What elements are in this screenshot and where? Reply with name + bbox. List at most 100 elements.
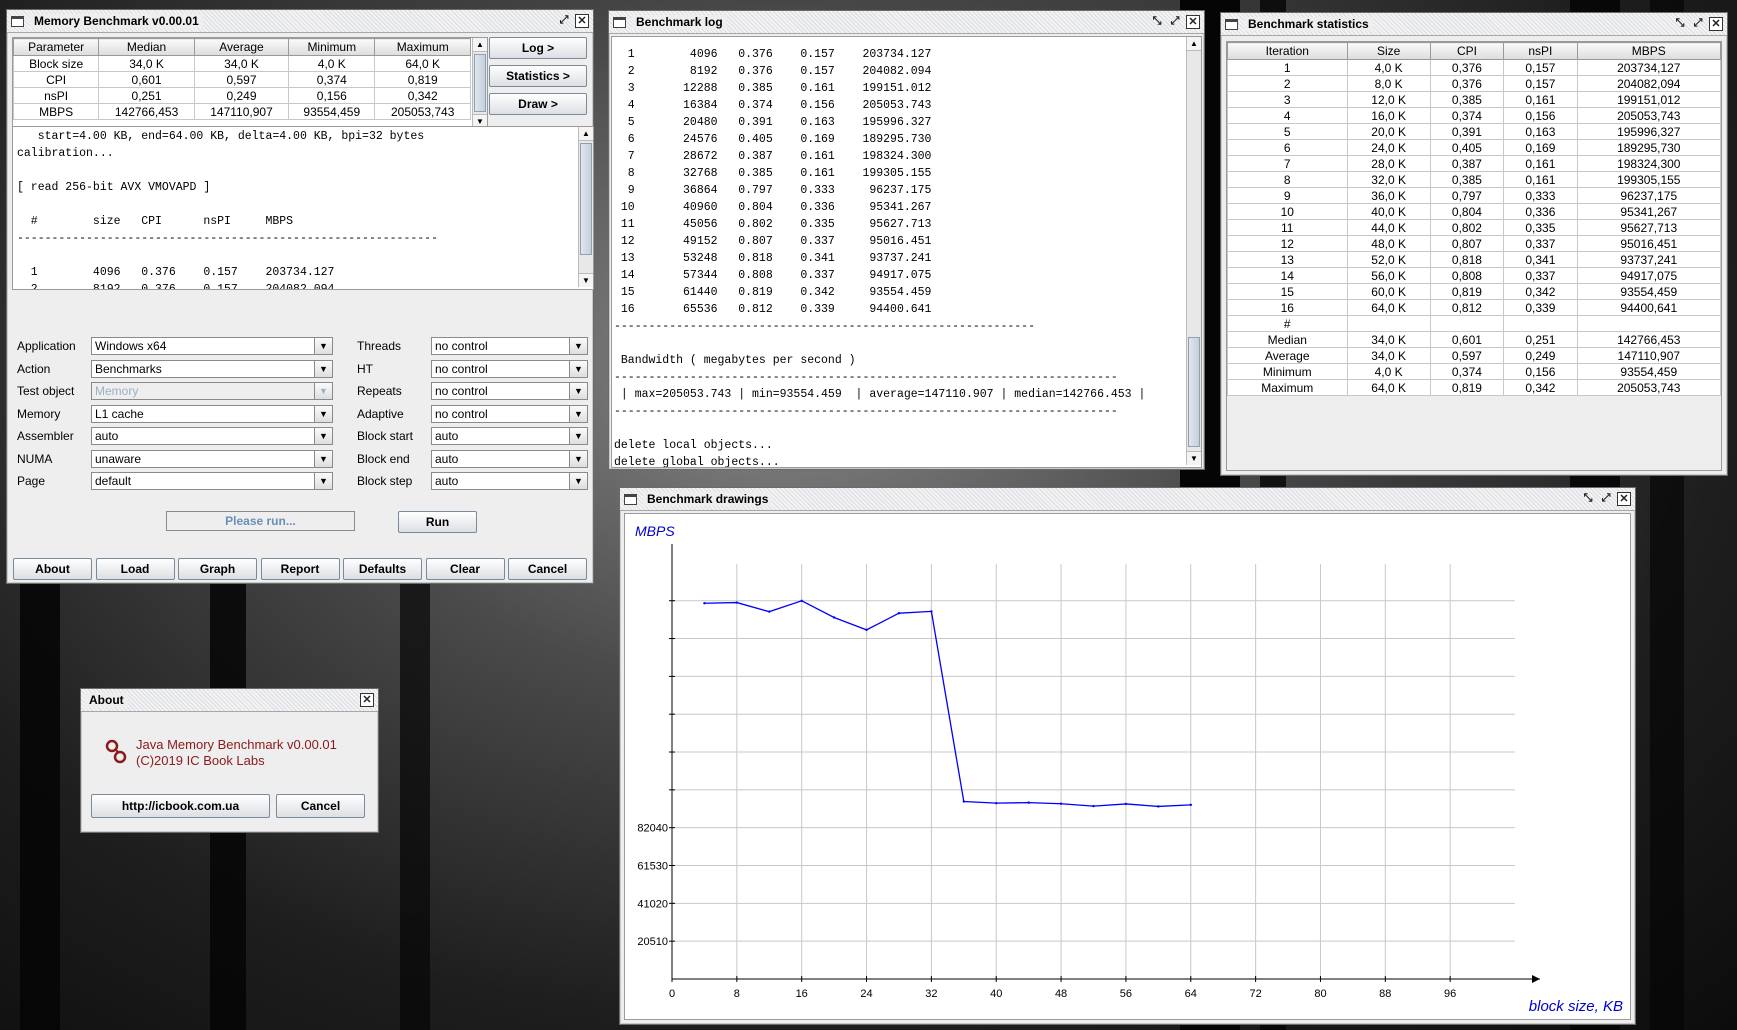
- scroll-down-arrow[interactable]: ▼: [579, 273, 593, 287]
- chevron-down-icon[interactable]: ▼: [569, 450, 587, 467]
- summary-column-header[interactable]: Average: [193, 38, 290, 56]
- bottom-button-cancel[interactable]: Cancel: [508, 558, 587, 580]
- chevron-down-icon[interactable]: ▼: [569, 383, 587, 399]
- option-select[interactable]: auto ▼: [431, 427, 588, 445]
- summary-row[interactable]: nsPI 0,251 0,249 0,156 0,342: [13, 87, 471, 104]
- chevron-down-icon[interactable]: ▼: [314, 405, 332, 422]
- chevron-down-icon[interactable]: ▼: [569, 428, 587, 444]
- close-icon[interactable]: ✕: [575, 14, 589, 28]
- about-cancel-button[interactable]: Cancel: [276, 794, 365, 818]
- log-button[interactable]: Log >: [489, 37, 587, 59]
- option-select[interactable]: Benchmarks ▼: [91, 359, 333, 378]
- stats-row[interactable]: 9 36,0 K 0,797 0,333 96237,175: [1227, 187, 1721, 204]
- option-select[interactable]: no control ▼: [431, 404, 588, 423]
- chevron-down-icon[interactable]: ▼: [314, 428, 332, 444]
- bottom-button-report[interactable]: Report: [260, 558, 340, 580]
- stats-row[interactable]: 10 40,0 K 0,804 0,336 95341,267: [1227, 203, 1721, 220]
- main-log-scrollbar[interactable]: ▲ ▼: [578, 127, 593, 287]
- bottom-button-about[interactable]: About: [13, 558, 92, 580]
- summary-row[interactable]: CPI 0,601 0,597 0,374 0,819: [13, 71, 471, 88]
- scroll-up-arrow[interactable]: ▲: [579, 127, 593, 141]
- summary-column-header[interactable]: Median: [98, 38, 195, 56]
- option-select[interactable]: no control ▼: [431, 337, 588, 355]
- summary-row[interactable]: Block size 34,0 K 34,0 K 4,0 K 64,0 K: [13, 55, 471, 72]
- stats-column-header[interactable]: Size: [1346, 42, 1431, 60]
- bottom-button-clear[interactable]: Clear: [425, 558, 505, 580]
- stats-row[interactable]: Minimum 4,0 K 0,374 0,156 93554,459: [1227, 363, 1721, 380]
- stats-row[interactable]: 7 28,0 K 0,387 0,161 198324,300: [1227, 155, 1721, 172]
- stats-row[interactable]: 11 44,0 K 0,802 0,335 95627,713: [1227, 219, 1721, 236]
- option-select[interactable]: default ▼: [91, 472, 333, 490]
- chevron-down-icon[interactable]: ▼: [314, 360, 332, 377]
- stats-row[interactable]: Maximum 64,0 K 0,819 0,342 205053,743: [1227, 379, 1721, 396]
- stats-column-header[interactable]: CPI: [1429, 42, 1505, 60]
- website-link-button[interactable]: http://icbook.com.ua: [91, 794, 270, 818]
- stats-row[interactable]: 6 24,0 K 0,405 0,169 189295,730: [1227, 139, 1721, 156]
- stats-row[interactable]: 15 60,0 K 0,819 0,342 93554,459: [1227, 283, 1721, 300]
- about-window-titlebar[interactable]: About ✕: [81, 689, 378, 712]
- stats-row[interactable]: 14 56,0 K 0,808 0,337 94917,075: [1227, 267, 1721, 284]
- close-icon[interactable]: ✕: [1709, 17, 1723, 31]
- minimize-icon[interactable]: ⤡: [1581, 492, 1595, 506]
- main-window-titlebar[interactable]: Memory Benchmark v0.00.01 ⤢ ✕: [7, 10, 593, 33]
- scroll-down-arrow[interactable]: ▼: [1187, 451, 1201, 465]
- stats-row[interactable]: 2 8,0 K 0,376 0,157 204082,094: [1227, 75, 1721, 92]
- scroll-thumb[interactable]: [1188, 337, 1200, 447]
- summary-column-header[interactable]: Parameter: [13, 38, 100, 56]
- option-select[interactable]: unaware ▼: [91, 449, 333, 468]
- scroll-thumb[interactable]: [580, 143, 592, 255]
- restore-icon[interactable]: ⤢: [557, 14, 571, 28]
- restore-icon[interactable]: ⤢: [1691, 17, 1705, 31]
- close-icon[interactable]: ✕: [360, 693, 374, 707]
- draw-button[interactable]: Draw >: [489, 93, 587, 115]
- chevron-down-icon[interactable]: ▼: [314, 383, 332, 399]
- stats-row[interactable]: Median 34,0 K 0,601 0,251 142766,453: [1227, 331, 1721, 348]
- chevron-down-icon[interactable]: ▼: [569, 360, 587, 377]
- stats-column-header[interactable]: nsPI: [1503, 42, 1578, 60]
- stats-column-header[interactable]: Iteration: [1227, 42, 1348, 60]
- stats-column-header[interactable]: MBPS: [1576, 42, 1721, 60]
- log-window-titlebar[interactable]: Benchmark log ⤡ ⤢ ✕: [609, 11, 1204, 34]
- option-select[interactable]: no control ▼: [431, 382, 588, 400]
- restore-icon[interactable]: ⤢: [1168, 15, 1182, 29]
- bottom-button-defaults[interactable]: Defaults: [343, 558, 422, 580]
- scroll-thumb[interactable]: [474, 54, 486, 112]
- close-icon[interactable]: ✕: [1617, 492, 1631, 506]
- stats-row[interactable]: #: [1227, 315, 1721, 332]
- stats-row[interactable]: 5 20,0 K 0,391 0,163 195996,327: [1227, 123, 1721, 140]
- stats-row[interactable]: 1 4,0 K 0,376 0,157 203734,127: [1227, 59, 1721, 76]
- run-button[interactable]: Run: [398, 511, 477, 533]
- scroll-up-arrow[interactable]: ▲: [473, 38, 487, 52]
- summary-column-header[interactable]: Minimum: [288, 38, 376, 56]
- minimize-icon[interactable]: ⤡: [1673, 17, 1687, 31]
- bottom-button-graph[interactable]: Graph: [178, 558, 257, 580]
- chevron-down-icon[interactable]: ▼: [314, 338, 332, 354]
- option-select[interactable]: auto ▼: [91, 427, 333, 445]
- chevron-down-icon[interactable]: ▼: [569, 473, 587, 489]
- option-select[interactable]: auto ▼: [431, 472, 588, 490]
- stats-row[interactable]: 12 48,0 K 0,807 0,337 95016,451: [1227, 235, 1721, 252]
- bottom-button-load[interactable]: Load: [95, 558, 175, 580]
- chevron-down-icon[interactable]: ▼: [569, 405, 587, 422]
- chevron-down-icon[interactable]: ▼: [569, 338, 587, 354]
- draw-window-titlebar[interactable]: Benchmark drawings ⤡ ⤢ ✕: [620, 488, 1635, 511]
- close-icon[interactable]: ✕: [1186, 15, 1200, 29]
- stats-window-titlebar[interactable]: Benchmark statistics ⤡ ⤢ ✕: [1221, 13, 1727, 36]
- stats-row[interactable]: 3 12,0 K 0,385 0,161 199151,012: [1227, 91, 1721, 108]
- option-select[interactable]: L1 cache ▼: [91, 404, 333, 423]
- summary-column-header[interactable]: Maximum: [374, 38, 471, 56]
- option-select[interactable]: auto ▼: [431, 449, 588, 468]
- stats-row[interactable]: 16 64,0 K 0,812 0,339 94400,641: [1227, 299, 1721, 316]
- summary-scrollbar[interactable]: ▲ ▼: [472, 38, 487, 128]
- stats-row[interactable]: 4 16,0 K 0,374 0,156 205053,743: [1227, 107, 1721, 124]
- chevron-down-icon[interactable]: ▼: [314, 450, 332, 467]
- scroll-up-arrow[interactable]: ▲: [1187, 37, 1201, 51]
- log-scrollbar[interactable]: ▲ ▼: [1186, 37, 1201, 465]
- stats-row[interactable]: 13 52,0 K 0,818 0,341 93737,241: [1227, 251, 1721, 268]
- option-select[interactable]: Windows x64 ▼: [91, 337, 333, 355]
- stats-row[interactable]: 8 32,0 K 0,385 0,161 199305,155: [1227, 171, 1721, 188]
- summary-row[interactable]: MBPS 142766,453 147110,907 93554,459 205053,…: [13, 103, 471, 120]
- statistics-button[interactable]: Statistics >: [489, 65, 587, 87]
- stats-row[interactable]: Average 34,0 K 0,597 0,249 147110,907: [1227, 347, 1721, 364]
- option-select[interactable]: no control ▼: [431, 359, 588, 378]
